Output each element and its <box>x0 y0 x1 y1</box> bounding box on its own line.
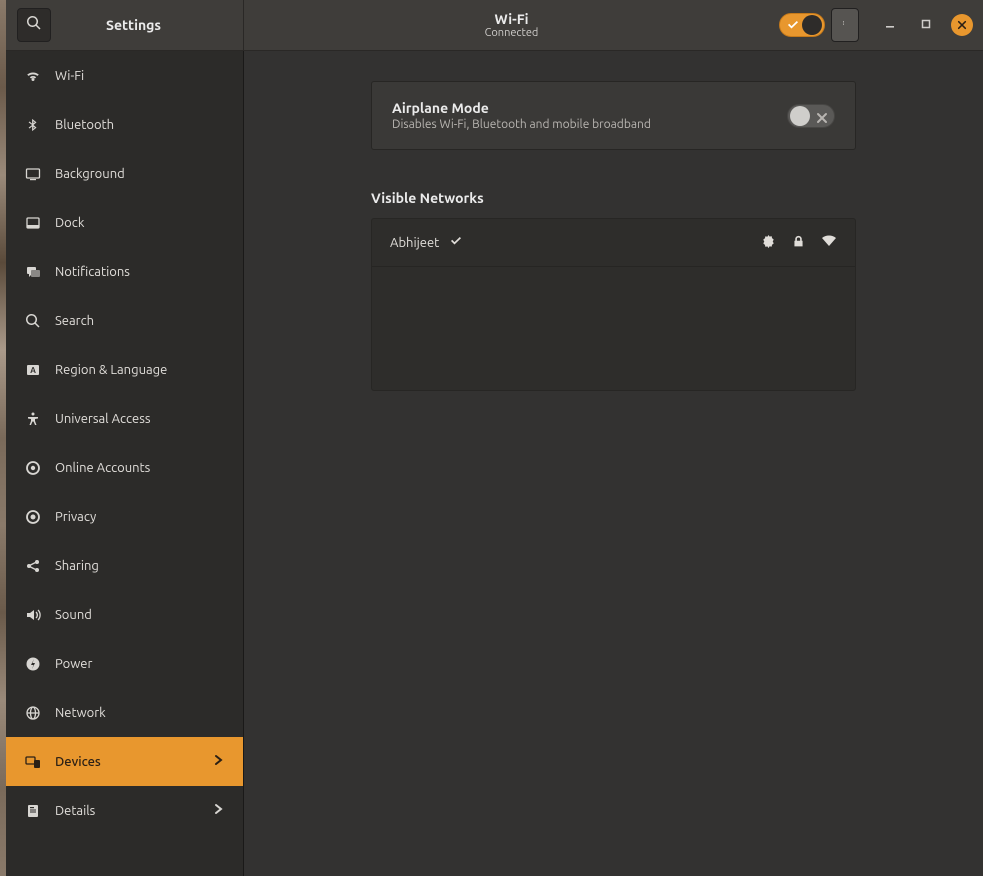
toggle-knob <box>802 15 822 35</box>
toggle-knob <box>790 106 810 126</box>
window-controls <box>879 14 973 36</box>
more-menu-button[interactable] <box>831 8 859 42</box>
x-icon <box>816 110 828 128</box>
minimize-button[interactable] <box>879 14 901 36</box>
sidebar-item-label: Sound <box>55 608 92 622</box>
sidebar-item-label: Universal Access <box>55 412 150 426</box>
universal-access-icon <box>24 410 42 428</box>
main-area: Airplane Mode Disables Wi-Fi, Bluetooth … <box>244 51 983 876</box>
titlebar-center: Wi-Fi Connected <box>244 11 779 39</box>
wifi-panel: Airplane Mode Disables Wi-Fi, Bluetooth … <box>371 81 856 391</box>
airplane-mode-toggle[interactable] <box>787 104 835 128</box>
gear-icon[interactable] <box>761 234 776 252</box>
sidebar-item-details[interactable]: Details <box>6 786 243 835</box>
close-icon <box>957 16 967 34</box>
network-row-icons <box>761 233 837 252</box>
airplane-mode-card: Airplane Mode Disables Wi-Fi, Bluetooth … <box>371 81 856 150</box>
connected-check-icon <box>449 234 463 251</box>
minimize-icon <box>884 16 896 34</box>
check-icon <box>786 18 800 32</box>
sidebar-item-notifications[interactable]: Notifications <box>6 247 243 296</box>
dock-icon <box>24 214 42 232</box>
sidebar-item-label: Online Accounts <box>55 461 150 475</box>
search-nav-icon <box>24 312 42 330</box>
sidebar-item-search[interactable]: Search <box>6 296 243 345</box>
visible-networks-header: Visible Networks <box>371 190 856 206</box>
network-icon <box>24 704 42 722</box>
bluetooth-icon <box>24 116 42 134</box>
sidebar-item-background[interactable]: Background <box>6 149 243 198</box>
body-content: Wi-Fi Bluetooth Background <box>6 51 983 876</box>
titlebar: Settings Wi-Fi Connected <box>6 0 983 51</box>
maximize-icon <box>920 16 932 34</box>
search-icon <box>26 15 42 35</box>
online-accounts-icon <box>24 459 42 477</box>
wifi-icon <box>24 67 42 85</box>
sidebar-item-label: Search <box>55 314 94 328</box>
sidebar-item-label: Network <box>55 706 106 720</box>
sidebar-item-sound[interactable]: Sound <box>6 590 243 639</box>
sharing-icon <box>24 557 42 575</box>
sidebar-item-label: Bluetooth <box>55 118 114 132</box>
page-subtitle: Connected <box>485 27 539 39</box>
airplane-mode-info: Airplane Mode Disables Wi-Fi, Bluetooth … <box>392 100 651 131</box>
details-icon <box>24 802 42 820</box>
settings-window: Settings Wi-Fi Connected <box>6 0 983 876</box>
sidebar-item-sharing[interactable]: Sharing <box>6 541 243 590</box>
sidebar-item-universal-access[interactable]: Universal Access <box>6 394 243 443</box>
sidebar: Wi-Fi Bluetooth Background <box>6 51 244 876</box>
devices-icon <box>24 753 42 771</box>
airplane-mode-title: Airplane Mode <box>392 100 651 116</box>
titlebar-right <box>779 8 983 42</box>
network-row[interactable]: Abhijeet <box>372 219 855 267</box>
chevron-right-icon <box>213 754 225 769</box>
privacy-icon <box>24 508 42 526</box>
sidebar-item-network[interactable]: Network <box>6 688 243 737</box>
sidebar-item-label: Privacy <box>55 510 96 524</box>
power-icon <box>24 655 42 673</box>
svg-text:A: A <box>30 366 36 375</box>
app-title: Settings <box>106 17 161 33</box>
airplane-mode-description: Disables Wi-Fi, Bluetooth and mobile bro… <box>392 118 651 131</box>
sound-icon <box>24 606 42 624</box>
sidebar-item-label: Notifications <box>55 265 130 279</box>
sidebar-item-bluetooth[interactable]: Bluetooth <box>6 100 243 149</box>
sidebar-item-label: Wi-Fi <box>55 69 84 83</box>
sidebar-item-label: Sharing <box>55 559 99 573</box>
sidebar-item-online-accounts[interactable]: Online Accounts <box>6 443 243 492</box>
page-title: Wi-Fi <box>495 11 529 27</box>
sidebar-item-label: Background <box>55 167 125 181</box>
vertical-dots-icon <box>843 15 847 35</box>
sidebar-item-wifi[interactable]: Wi-Fi <box>6 51 243 100</box>
network-name: Abhijeet <box>390 236 439 250</box>
sidebar-item-privacy[interactable]: Privacy <box>6 492 243 541</box>
sidebar-item-label: Details <box>55 804 95 818</box>
close-button[interactable] <box>951 14 973 36</box>
sidebar-item-power[interactable]: Power <box>6 639 243 688</box>
notifications-icon <box>24 263 42 281</box>
sidebar-item-label: Region & Language <box>55 363 167 377</box>
sidebar-item-label: Power <box>55 657 92 671</box>
chevron-right-icon <box>213 803 225 818</box>
background-icon <box>24 165 42 183</box>
sidebar-item-label: Dock <box>55 216 84 230</box>
networks-list: Abhijeet <box>371 218 856 391</box>
sidebar-item-devices[interactable]: Devices <box>6 737 243 786</box>
wifi-master-toggle[interactable] <box>779 13 825 37</box>
maximize-button[interactable] <box>915 14 937 36</box>
titlebar-left: Settings <box>6 0 244 50</box>
region-language-icon: A <box>24 361 42 379</box>
search-button[interactable] <box>17 8 51 42</box>
sidebar-item-region-language[interactable]: A Region & Language <box>6 345 243 394</box>
lock-icon <box>792 235 805 251</box>
sidebar-item-label: Devices <box>55 755 101 769</box>
wifi-signal-icon <box>821 233 837 252</box>
sidebar-item-dock[interactable]: Dock <box>6 198 243 247</box>
